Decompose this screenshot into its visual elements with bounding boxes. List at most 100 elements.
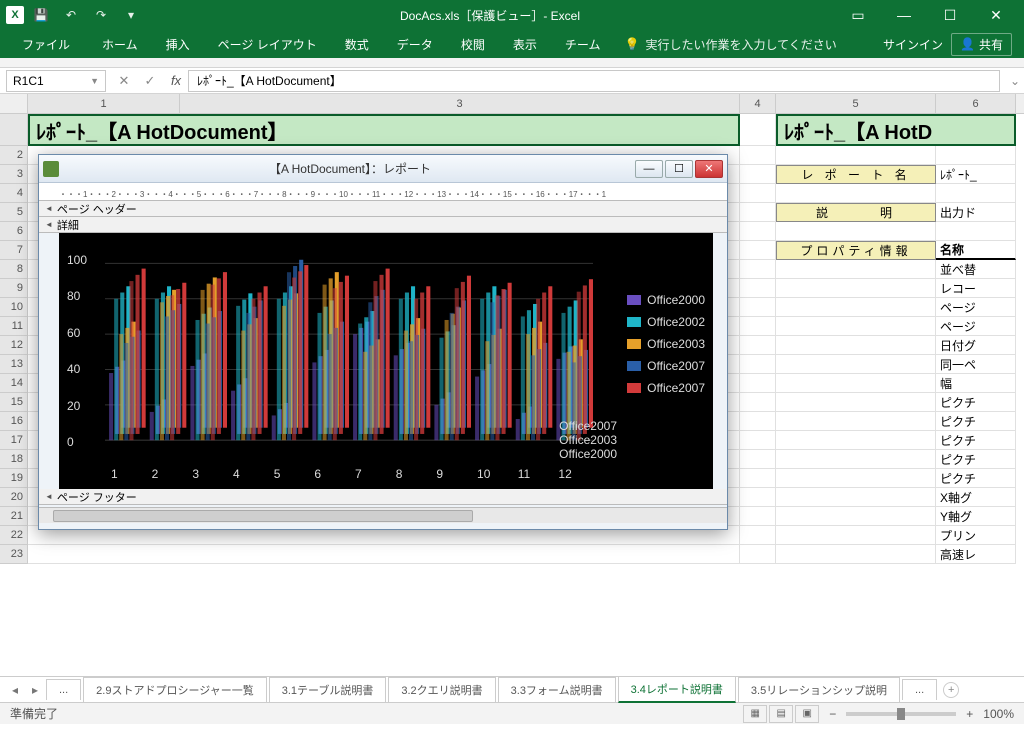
sheet-nav-prev[interactable]: ▸ <box>26 683 44 697</box>
cell[interactable] <box>740 317 776 336</box>
name-box[interactable]: R1C1 ▼ <box>6 70 106 92</box>
row-header[interactable]: 18 <box>0 450 28 469</box>
redo-icon[interactable]: ↷ <box>88 3 114 27</box>
qat-customize-icon[interactable]: ▾ <box>118 3 144 27</box>
chevron-down-icon[interactable]: ▼ <box>90 76 99 86</box>
sheet-tab-more2[interactable]: ... <box>902 679 937 700</box>
section-page-header[interactable]: ページ ヘッダー <box>39 201 727 217</box>
sheet-tab-1[interactable]: 2.9ストアドプロシージャー一覧 <box>83 677 267 702</box>
cell[interactable] <box>740 146 776 165</box>
cell[interactable] <box>740 431 776 450</box>
cell[interactable] <box>740 507 776 526</box>
cell[interactable] <box>740 279 776 298</box>
share-button[interactable]: 👤 共有 <box>951 33 1012 56</box>
cell[interactable] <box>776 279 936 298</box>
cell[interactable]: 名称 <box>936 241 1016 260</box>
tab-review[interactable]: 校閲 <box>447 30 499 58</box>
view-normal-button[interactable]: ▦ <box>743 705 767 723</box>
worksheet-grid[interactable]: 1 3 4 5 6 ﾚﾎﾟｰﾄ_【A HotDocument】 ﾚﾎﾟｰﾄ_【A… <box>0 94 1024 676</box>
cell[interactable] <box>740 222 776 241</box>
cell[interactable]: 並べ替 <box>936 260 1016 279</box>
cell[interactable] <box>776 450 936 469</box>
cell[interactable] <box>776 355 936 374</box>
row-header[interactable]: 2 <box>0 146 28 165</box>
cell[interactable]: 出力ド <box>936 203 1016 222</box>
title-cell-right[interactable]: ﾚﾎﾟｰﾄ_【A HotD <box>776 114 1016 146</box>
zoom-slider[interactable] <box>846 712 956 716</box>
tell-me-search[interactable]: 💡 実行したい作業を入力してください <box>624 36 836 53</box>
cell[interactable] <box>776 336 936 355</box>
cell[interactable]: プロパティ情報 <box>776 241 936 260</box>
cell[interactable] <box>740 526 776 545</box>
report-close-button[interactable]: ✕ <box>695 160 723 178</box>
close-button[interactable]: ✕ <box>974 1 1018 29</box>
cell[interactable] <box>776 298 936 317</box>
tab-page-layout[interactable]: ページ レイアウト <box>204 30 331 58</box>
row-header[interactable]: 9 <box>0 279 28 298</box>
tab-team[interactable]: チーム <box>551 30 615 58</box>
report-window-titlebar[interactable]: 【A HotDocument】：レポート — ☐ ✕ <box>39 155 727 183</box>
cell[interactable]: レ ポ ー ト 名 <box>776 165 936 184</box>
cell[interactable] <box>740 545 776 564</box>
row-header[interactable]: 4 <box>0 184 28 203</box>
cell[interactable] <box>776 374 936 393</box>
sheet-tab-6[interactable]: 3.5リレーションシップ説明 <box>738 677 900 702</box>
row-header[interactable] <box>0 114 28 146</box>
cell[interactable] <box>776 393 936 412</box>
cell[interactable]: レコー <box>936 279 1016 298</box>
section-detail[interactable]: 詳細 <box>39 217 727 233</box>
tab-formulas[interactable]: 数式 <box>331 30 383 58</box>
report-horizontal-scrollbar[interactable] <box>39 507 727 523</box>
cell[interactable] <box>776 545 936 564</box>
cell[interactable] <box>936 222 1016 241</box>
zoom-in-button[interactable]: + <box>966 707 973 721</box>
cell[interactable]: 同一ペ <box>936 355 1016 374</box>
cell[interactable] <box>936 184 1016 203</box>
cell[interactable]: 説 明 <box>776 203 936 222</box>
add-sheet-button[interactable]: + <box>943 682 959 698</box>
cell[interactable] <box>776 222 936 241</box>
tab-home[interactable]: ホーム <box>88 30 152 58</box>
cell[interactable] <box>740 412 776 431</box>
cell[interactable] <box>740 488 776 507</box>
row-header[interactable]: 6 <box>0 222 28 241</box>
row-header[interactable]: 5 <box>0 203 28 222</box>
cell[interactable] <box>776 412 936 431</box>
signin-link[interactable]: サインイン <box>883 36 943 53</box>
cell[interactable] <box>740 393 776 412</box>
cell[interactable] <box>740 114 776 146</box>
cell[interactable]: プリン <box>936 526 1016 545</box>
col-header-6[interactable]: 6 <box>936 94 1016 113</box>
row-header[interactable]: 7 <box>0 241 28 260</box>
title-cell-left[interactable]: ﾚﾎﾟｰﾄ_【A HotDocument】 <box>28 114 740 146</box>
tab-insert[interactable]: 挿入 <box>152 30 204 58</box>
cell[interactable] <box>740 298 776 317</box>
row-header[interactable]: 10 <box>0 298 28 317</box>
row-header[interactable]: 22 <box>0 526 28 545</box>
view-pagelayout-button[interactable]: ▤ <box>769 705 793 723</box>
cell[interactable]: ピクチ <box>936 431 1016 450</box>
cell[interactable] <box>776 317 936 336</box>
row-header[interactable]: 23 <box>0 545 28 564</box>
row-header[interactable]: 19 <box>0 469 28 488</box>
row-header[interactable]: 8 <box>0 260 28 279</box>
cell[interactable] <box>740 184 776 203</box>
tab-file[interactable]: ファイル <box>4 30 88 58</box>
cell[interactable]: ﾚﾎﾟｰﾄ_ <box>936 165 1016 184</box>
row-header[interactable]: 3 <box>0 165 28 184</box>
report-maximize-button[interactable]: ☐ <box>665 160 693 178</box>
tab-view[interactable]: 表示 <box>499 30 551 58</box>
row-header[interactable]: 13 <box>0 355 28 374</box>
cell[interactable] <box>740 374 776 393</box>
row-header[interactable]: 16 <box>0 412 28 431</box>
cell[interactable]: ピクチ <box>936 393 1016 412</box>
cell[interactable] <box>28 545 740 564</box>
cell[interactable] <box>740 355 776 374</box>
cell[interactable]: Y軸グ <box>936 507 1016 526</box>
row-header[interactable]: 21 <box>0 507 28 526</box>
minimize-button[interactable]: — <box>882 1 926 29</box>
sheet-nav-first[interactable]: ◂ <box>6 683 24 697</box>
row-header[interactable]: 17 <box>0 431 28 450</box>
sheet-tab-more[interactable]: ... <box>46 679 81 700</box>
cell[interactable]: X軸グ <box>936 488 1016 507</box>
